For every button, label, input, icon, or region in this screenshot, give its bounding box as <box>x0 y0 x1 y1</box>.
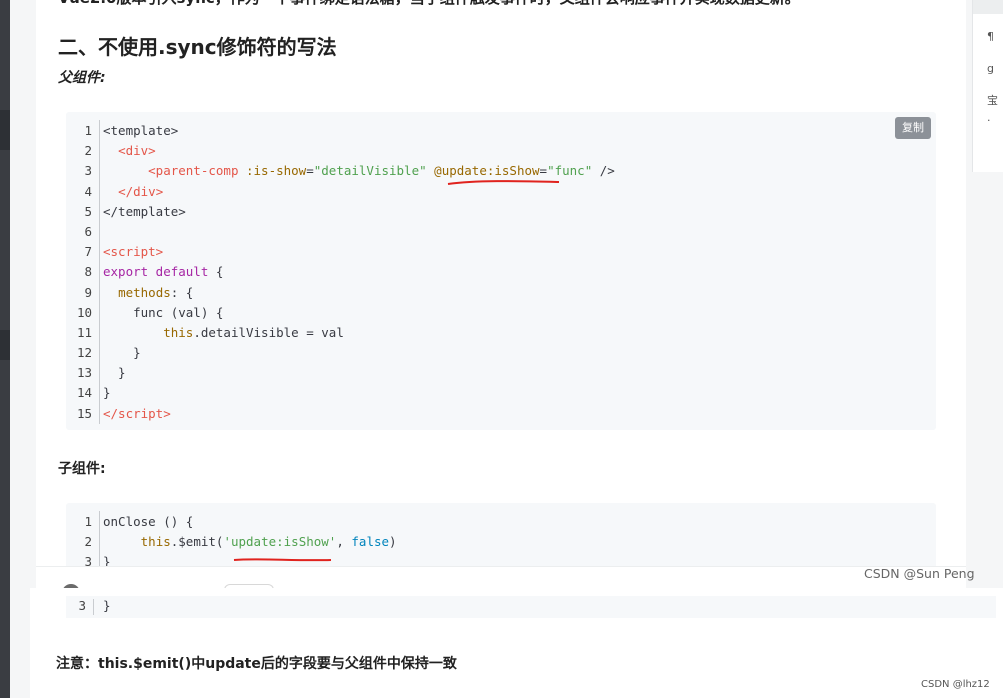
code-text: export default { <box>103 264 224 280</box>
code-line: 12 } <box>66 343 936 363</box>
code-line: 15 </script> <box>66 404 936 424</box>
right-panel-glyph: 宝 <box>987 94 998 107</box>
code-line: 1 onClose () { <box>66 512 936 532</box>
line-number: 14 <box>76 385 92 401</box>
code-line: 13 } <box>66 363 936 383</box>
code-block-child-continued: 3 } <box>66 596 996 618</box>
code-line: 2 this.$emit('update:isShow', false) <box>66 532 936 552</box>
article-body: Vue2.0版本引入sync，作为一个事件绑定语法糖，当子组件触发事件时，父组件… <box>36 0 966 586</box>
line-number: 1 <box>84 514 92 529</box>
code-text: } <box>103 554 111 566</box>
code-text: } <box>103 598 111 613</box>
code-text: <script> <box>103 244 164 260</box>
watermark-secondary: CSDN @lhz12 <box>921 679 990 690</box>
code-text: <div> <box>118 143 156 159</box>
code-text: } <box>103 365 126 381</box>
right-sidebar-panel: ¶ g 宝 · <box>972 0 1003 172</box>
code-line: 10 func (val) { <box>66 303 936 323</box>
left-strip-segment <box>0 110 10 150</box>
line-number: 7 <box>84 244 92 260</box>
code-block-parent[interactable]: 复制 1 <template> 2 <div> 3 <parent-comp :i… <box>66 112 936 430</box>
parent-component-label: 父组件: <box>58 70 106 86</box>
gutter-separator <box>93 599 94 615</box>
code-line: 11 this.detailVisible = val <box>66 323 936 343</box>
line-number: 11 <box>76 324 92 340</box>
line-number: 1 <box>84 123 92 138</box>
code-lines: 1 onClose () { 2 this.$emit('update:isSho… <box>66 512 936 566</box>
line-number: 12 <box>76 345 92 361</box>
line-number: 2 <box>84 143 92 159</box>
note-paragraph: 注意：this.$emit()中update后的字段要与父组件中保持一致 <box>56 656 457 672</box>
code-text: onClose () { <box>103 514 194 529</box>
code-text: </div> <box>118 183 164 199</box>
section-heading: 二、不使用.sync修饰符的写法 <box>58 35 337 59</box>
code-line: 7 <script> <box>66 242 936 262</box>
code-block-child[interactable]: 1 onClose () { 2 this.$emit('update:isSho… <box>66 503 936 566</box>
right-panel-glyph: g <box>987 62 994 75</box>
code-line: 1 <template> <box>66 121 936 141</box>
line-number: 9 <box>84 284 92 300</box>
left-edge-strip <box>0 0 10 698</box>
red-underline-annotation-2 <box>233 558 332 562</box>
line-number: 3 <box>84 554 92 566</box>
code-text: } <box>103 345 141 361</box>
line-number: 3 <box>84 163 92 179</box>
code-text: methods: { <box>118 284 194 300</box>
code-line: 9 methods: { <box>66 283 936 303</box>
code-line: 6 <box>66 222 936 242</box>
code-text: this.detailVisible = val <box>163 324 344 340</box>
left-strip-segment <box>0 330 10 360</box>
line-number: 5 <box>84 203 92 219</box>
lower-screenshot-area: 3 } 注意：this.$emit()中update后的字段要与父组件中保持一致 <box>30 588 1003 698</box>
watermark: CSDN @Sun Peng <box>864 566 975 581</box>
code-line: 2 <div> <box>66 141 936 161</box>
child-component-label: 子组件: <box>58 461 106 477</box>
line-number: 8 <box>84 264 92 280</box>
code-line: 14} <box>66 383 936 403</box>
truncated-paragraph: Vue2.0版本引入sync，作为一个事件绑定语法糖，当子组件触发事件时，父组件… <box>58 0 798 8</box>
code-text: </template> <box>103 203 186 219</box>
code-text: func (val) { <box>103 304 224 320</box>
line-number: 13 <box>76 365 92 381</box>
line-number: 3 <box>78 598 86 613</box>
code-line: 8 export default { <box>66 262 936 282</box>
line-number: 4 <box>84 183 92 199</box>
code-text: this.$emit('update:isShow', false) <box>140 534 397 550</box>
code-line: 3} <box>66 552 936 566</box>
line-number: 6 <box>84 223 92 239</box>
line-number: 2 <box>84 534 92 550</box>
right-panel-topbar <box>973 0 1003 14</box>
line-number: 10 <box>76 304 92 320</box>
right-panel-glyph: · <box>987 114 991 127</box>
code-text: </script> <box>103 405 171 421</box>
code-lines: 1 <template> 2 <div> 3 <parent-comp :is-s… <box>66 121 936 424</box>
floating-toolbar <box>36 566 966 596</box>
red-underline-annotation <box>447 180 560 185</box>
code-text: } <box>103 385 111 401</box>
code-text: <template> <box>103 123 179 138</box>
code-line: 5 </template> <box>66 202 936 222</box>
right-panel-glyph: ¶ <box>987 30 994 43</box>
line-number: 15 <box>76 405 92 421</box>
